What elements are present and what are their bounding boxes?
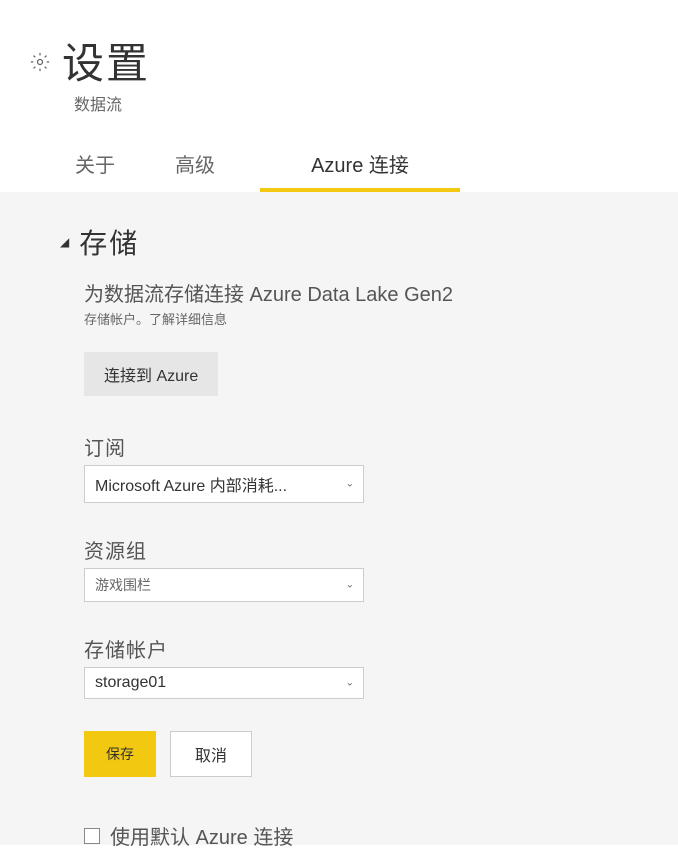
storage-account-select-wrapper: storage01 ⌄ [84, 667, 364, 699]
gear-icon [30, 52, 50, 77]
tab-advanced[interactable]: 高级 [130, 139, 260, 192]
subscription-select-wrapper: Microsoft Azure 内部消耗... ⌄ [84, 465, 364, 503]
tabs: 关于 高级 Azure 连接 [30, 139, 648, 192]
storage-account-field: 存储帐户 storage01 ⌄ [84, 634, 618, 699]
subscription-field: 订阅 Microsoft Azure 内部消耗... ⌄ [84, 432, 618, 503]
use-default-row: 使用默认 Azure 连接 [84, 821, 618, 850]
title-row: 设置 [30, 30, 648, 91]
subscription-select[interactable]: Microsoft Azure 内部消耗... [84, 465, 364, 503]
subscription-label: 订阅 [84, 432, 618, 461]
section-description: 为数据流存储连接 Azure Data Lake Gen2 [84, 278, 618, 307]
page-title: 设置 [62, 30, 150, 91]
resource-group-select-wrapper: 游戏围栏 ⌄ [84, 568, 364, 602]
page-subtitle: 数据流 [74, 91, 648, 115]
header: 设置 数据流 关于 高级 Azure 连接 [0, 0, 678, 192]
tab-azure-connection[interactable]: Azure 连接 [260, 139, 460, 192]
storage-account-label: 存储帐户 [84, 634, 618, 663]
section-subdescription: 存储帐户。了解详细信息 [84, 309, 618, 328]
connect-to-azure-button[interactable]: 连接到 Azure [84, 352, 218, 396]
save-button[interactable]: 保存 [84, 731, 156, 777]
storage-account-select[interactable]: storage01 [84, 667, 364, 699]
content-panel: ◢ 存储 为数据流存储连接 Azure Data Lake Gen2 存储帐户。… [0, 192, 678, 845]
section-title: 存储 [79, 222, 139, 262]
collapse-icon: ◢ [60, 235, 69, 249]
section-header[interactable]: ◢ 存储 [60, 222, 618, 262]
resource-group-select[interactable]: 游戏围栏 [84, 568, 364, 602]
use-default-label: 使用默认 Azure 连接 [110, 821, 293, 850]
resource-group-label: 资源组 [84, 535, 618, 564]
resource-group-field: 资源组 游戏围栏 ⌄ [84, 535, 618, 602]
cancel-button[interactable]: 取消 [170, 731, 252, 777]
button-row: 保存 取消 [84, 731, 618, 777]
section-body: 为数据流存储连接 Azure Data Lake Gen2 存储帐户。了解详细信… [84, 278, 618, 850]
use-default-checkbox[interactable] [84, 828, 100, 844]
tab-about[interactable]: 关于 [30, 139, 130, 192]
